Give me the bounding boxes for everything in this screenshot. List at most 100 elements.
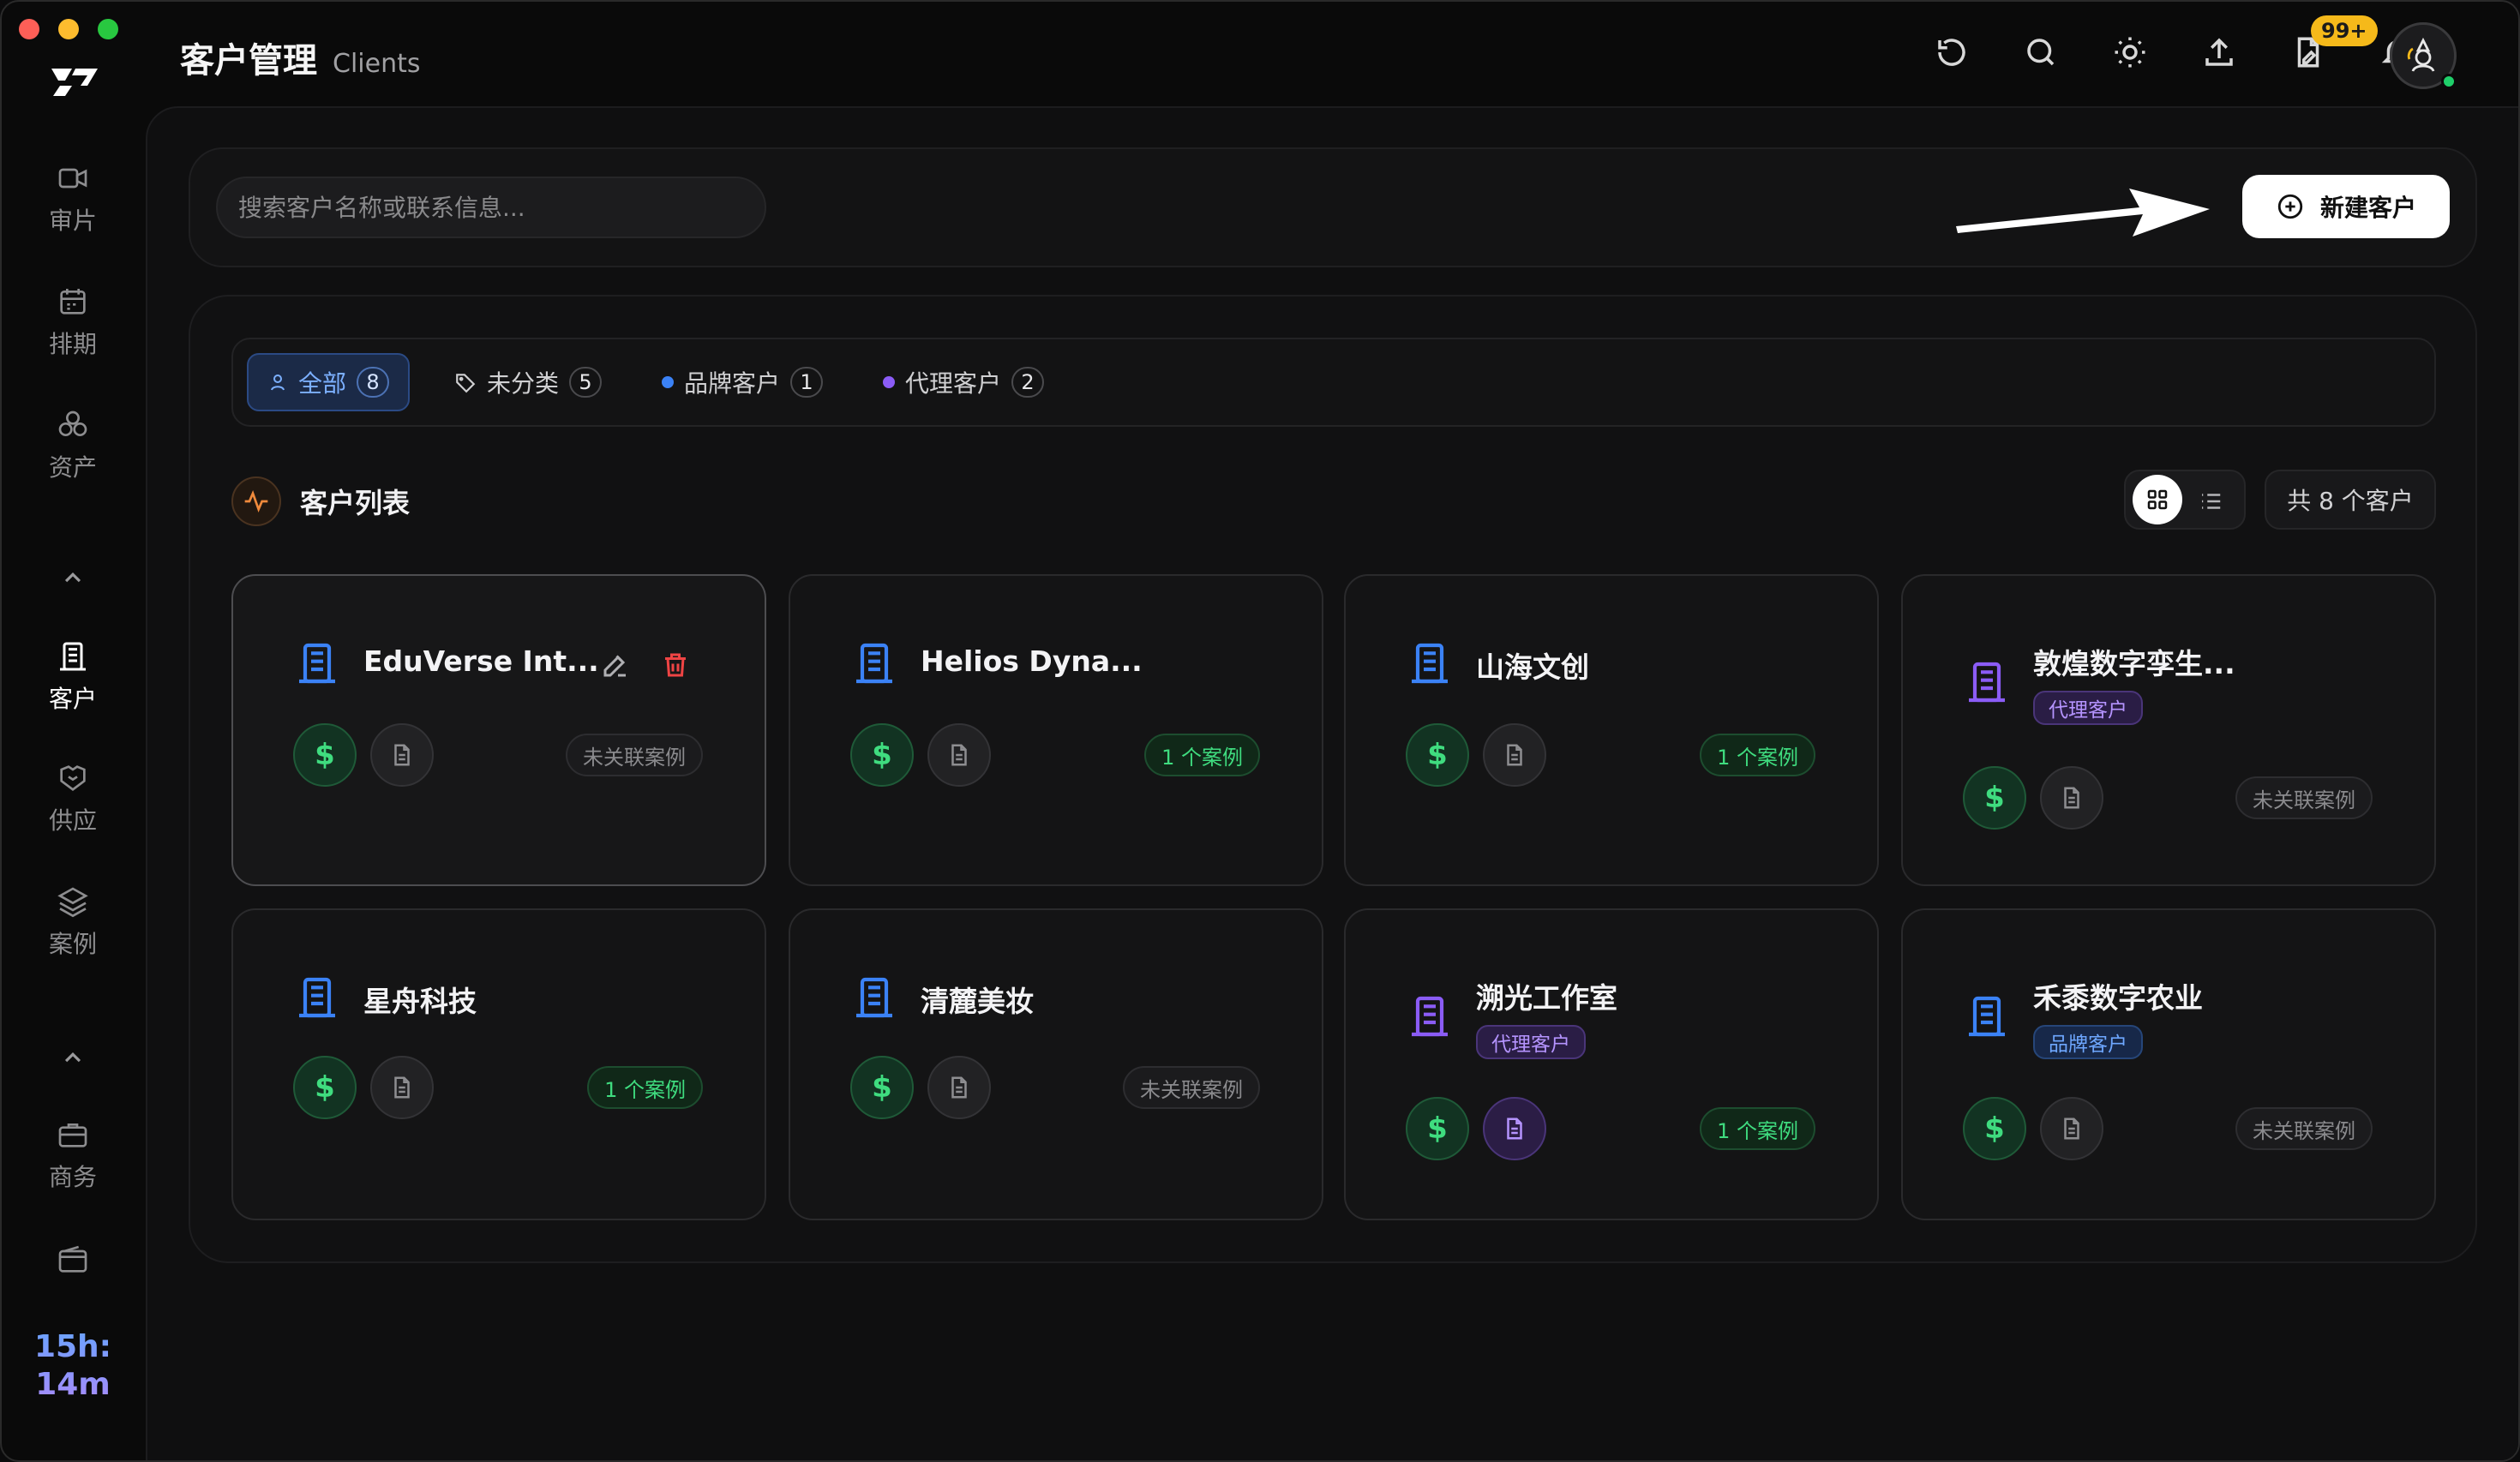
document-button[interactable] — [1483, 1097, 1546, 1160]
edit-icon[interactable] — [600, 650, 631, 680]
building-icon — [856, 643, 892, 684]
app-window: 审片 排期 资产 客户 供应 案例 商务 15h: 14m 客户管理 Clien… — [0, 0, 2520, 1462]
sidebar-item-schedule[interactable]: 排期 — [2, 285, 144, 360]
sidebar-item-label: 资产 — [48, 453, 97, 482]
sidebar-item-label: 案例 — [48, 930, 97, 958]
briefcase-icon — [58, 1123, 87, 1147]
page-title: 客户管理 Clients — [180, 33, 420, 82]
client-card[interactable]: 清麓美妆 $ 未关联案例 — [789, 908, 1323, 1220]
sidebar-item-supply[interactable]: 供应 — [2, 761, 144, 836]
trash-icon[interactable] — [660, 650, 691, 680]
client-name: 敦煌数字孪生... — [2033, 647, 2235, 680]
tag-icon — [456, 374, 476, 393]
filter-all[interactable]: 全部 8 — [247, 353, 411, 411]
total-count: 共 8 个客户 — [2265, 470, 2436, 530]
client-card[interactable]: 敦煌数字孪生... 代理客户 $ 未关联案例 — [1901, 574, 2436, 886]
new-client-label: 新建客户 — [2319, 195, 2416, 221]
billing-button[interactable]: $ — [1406, 1097, 1469, 1160]
agent-dot-icon — [883, 376, 895, 388]
sidebar-item-clients[interactable]: 客户 — [2, 639, 144, 715]
calendar-icon — [60, 289, 86, 315]
chevron-up-icon[interactable] — [57, 1042, 89, 1075]
client-type-tag: 品牌客户 — [2033, 1025, 2143, 1059]
building-icon — [299, 643, 335, 684]
filter-agent[interactable]: 代理客户 2 — [864, 353, 1063, 411]
online-status-dot — [2441, 74, 2457, 89]
document-icon — [394, 744, 410, 766]
sidebar-item-label: 审片 — [48, 207, 97, 235]
document-button[interactable] — [927, 723, 991, 787]
client-card[interactable]: EduVerse Int... $ 未关联案例 — [231, 574, 766, 886]
chevron-up-icon[interactable] — [57, 562, 89, 595]
sidebar-item-label: 供应 — [48, 806, 97, 835]
document-icon — [951, 1076, 967, 1099]
client-card[interactable]: 溯光工作室 代理客户 $ 1 个案例 — [1344, 908, 1879, 1220]
client-name: 溯光工作室 — [1476, 981, 1617, 1015]
sidebar-item-wallet[interactable] — [2, 1243, 144, 1277]
filter-count: 2 — [1011, 367, 1045, 398]
client-name: EduVerse Int... — [363, 644, 599, 678]
refresh-icon[interactable] — [1934, 34, 1970, 70]
client-card[interactable]: 山海文创 $ 1 个案例 — [1344, 574, 1879, 886]
app-logo[interactable] — [46, 63, 99, 98]
case-status-badge[interactable]: 1 个案例 — [1144, 734, 1260, 776]
billing-button[interactable]: $ — [1963, 766, 2026, 830]
building-icon — [1412, 643, 1448, 684]
document-button[interactable] — [2040, 1097, 2103, 1160]
activity-icon — [231, 476, 281, 526]
sidebar-item-cases[interactable]: 案例 — [2, 884, 144, 960]
building-icon — [1412, 996, 1448, 1037]
sun-icon[interactable] — [2112, 34, 2148, 70]
document-button[interactable] — [370, 1056, 434, 1119]
client-name: 山海文创 — [1476, 650, 1589, 684]
sidebar-item-review[interactable]: 审片 — [2, 161, 144, 237]
case-status-badge[interactable]: 1 个案例 — [1700, 734, 1815, 776]
upload-icon[interactable] — [2201, 34, 2237, 70]
building-icon — [856, 977, 892, 1018]
filter-brand[interactable]: 品牌客户 1 — [643, 353, 842, 411]
client-card[interactable]: 禾黍数字农业 品牌客户 $ 未关联案例 — [1901, 908, 2436, 1220]
filter-label: 未分类 — [487, 369, 560, 398]
client-name: 禾黍数字农业 — [2033, 981, 2203, 1015]
list-view-button[interactable] — [2189, 480, 2232, 523]
sidebar-item-assets[interactable]: 资产 — [2, 408, 144, 483]
filter-label: 全部 — [298, 369, 347, 398]
search-input[interactable] — [216, 177, 766, 238]
document-button[interactable] — [2040, 766, 2103, 830]
grid-view-button[interactable] — [2133, 475, 2182, 524]
billing-button[interactable]: $ — [293, 723, 357, 787]
document-button[interactable] — [370, 723, 434, 787]
billing-button[interactable]: $ — [850, 1056, 914, 1119]
layers-icon — [57, 887, 88, 918]
case-status-badge[interactable]: 1 个案例 — [1700, 1107, 1815, 1150]
document-icon — [1507, 1117, 1522, 1140]
billing-button[interactable]: $ — [1406, 723, 1469, 787]
billing-button[interactable]: $ — [1963, 1097, 2026, 1160]
case-status-badge[interactable]: 1 个案例 — [587, 1066, 703, 1109]
filter-label: 品牌客户 — [684, 369, 781, 398]
billing-button[interactable]: $ — [850, 723, 914, 787]
timer-value: 15h: 14m — [33, 1329, 112, 1402]
client-card[interactable]: 星舟科技 $ 1 个案例 — [231, 908, 766, 1220]
filter-label: 代理客户 — [905, 369, 1002, 398]
document-icon — [951, 744, 967, 766]
sidebar-item-label: 商务 — [48, 1163, 97, 1191]
client-type-tag: 代理客户 — [1476, 1025, 1586, 1059]
user-icon — [271, 374, 285, 391]
sidebar-item-business[interactable]: 商务 — [2, 1117, 144, 1193]
case-status-badge: 未关联案例 — [2235, 1107, 2373, 1150]
document-icon — [394, 1076, 410, 1099]
building-icon — [60, 642, 86, 671]
list-icon — [2202, 494, 2221, 509]
client-name: 清麓美妆 — [921, 985, 1034, 1018]
document-button[interactable] — [1483, 723, 1546, 787]
document-button[interactable] — [927, 1056, 991, 1119]
case-status-badge: 未关联案例 — [1123, 1066, 1260, 1109]
client-name: 星舟科技 — [363, 985, 477, 1018]
filter-count: 1 — [790, 367, 824, 398]
client-card[interactable]: Helios Dyna... $ 1 个案例 — [789, 574, 1323, 886]
billing-button[interactable]: $ — [293, 1056, 357, 1119]
search-icon[interactable] — [2023, 34, 2059, 70]
new-client-button[interactable]: 新建客户 — [2242, 175, 2450, 238]
filter-uncategorized[interactable]: 未分类 5 — [435, 353, 621, 411]
